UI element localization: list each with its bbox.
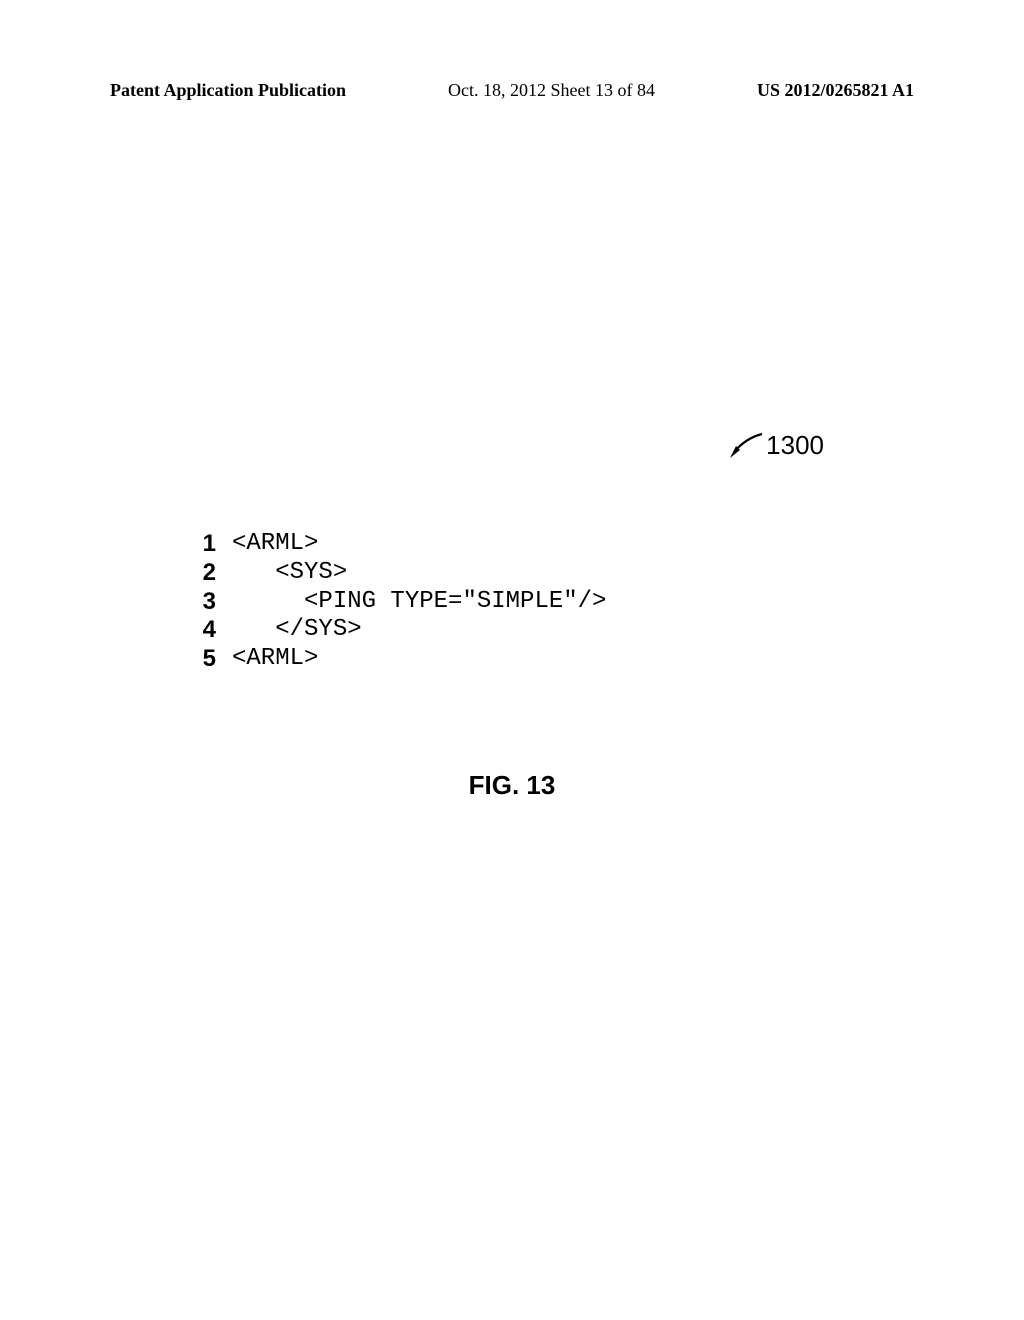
figure-reference: 1300 (728, 430, 824, 461)
code-line: 1 <ARML> (190, 530, 606, 559)
code-listing: 1 <ARML> 2 <SYS> 3 <PING TYPE="SIMPLE"/>… (190, 530, 606, 674)
code-line: 2 <SYS> (190, 559, 606, 588)
figure-caption: FIG. 13 (0, 770, 1024, 801)
line-number: 4 (190, 616, 216, 645)
page-header: Patent Application Publication Oct. 18, … (0, 80, 1024, 101)
code-line: 4 </SYS> (190, 616, 606, 645)
header-patent-number: US 2012/0265821 A1 (757, 80, 914, 101)
line-content: <SYS> (232, 559, 347, 588)
line-number: 2 (190, 559, 216, 588)
line-number: 3 (190, 588, 216, 617)
header-publication: Patent Application Publication (110, 80, 346, 101)
code-line: 3 <PING TYPE="SIMPLE"/> (190, 588, 606, 617)
line-content: <ARML> (232, 645, 318, 674)
line-content: <ARML> (232, 530, 318, 559)
line-content: </SYS> (232, 616, 362, 645)
line-number: 5 (190, 645, 216, 674)
line-number: 1 (190, 530, 216, 559)
line-content: <PING TYPE="SIMPLE"/> (232, 588, 606, 617)
curved-arrow-icon (728, 432, 764, 460)
header-center: Oct. 18, 2012 Sheet 13 of 84 (448, 80, 655, 101)
code-line: 5 <ARML> (190, 645, 606, 674)
figure-reference-number: 1300 (764, 430, 824, 461)
